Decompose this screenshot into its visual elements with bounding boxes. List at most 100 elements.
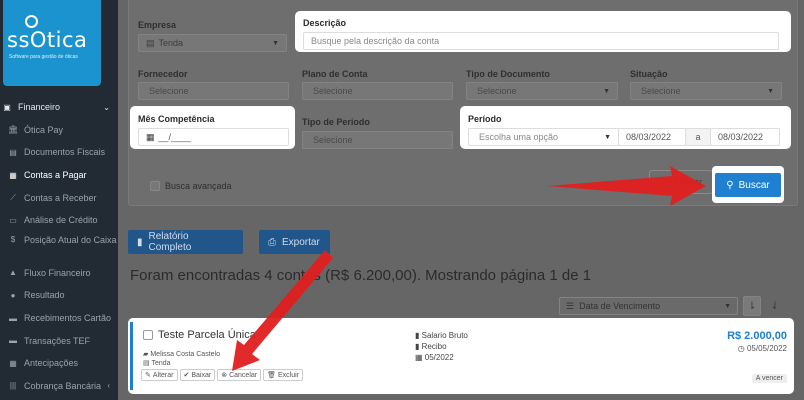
- mes-competencia-highlight: Mês Competência ▦ __/____: [130, 106, 295, 149]
- pie-chart-icon: ●: [10, 290, 16, 300]
- account-company: ▤ Tenda: [143, 359, 171, 367]
- clear-filters-button[interactable]: ⌫ Limpar: [649, 170, 713, 194]
- settle-button[interactable]: ✔ Baixar: [179, 369, 216, 381]
- sidebar-section-financeiro[interactable]: ▣ Financeiro ⌄: [0, 96, 118, 119]
- sidebar-item-contas-a-pagar[interactable]: ▦ Contas a Pagar: [0, 164, 118, 187]
- export-button[interactable]: ⎙ Exportar: [259, 230, 330, 254]
- sidebar-item-posicao-caixa[interactable]: $ Posição Atual do Caixa: [0, 232, 118, 262]
- caret-down-icon: ▼: [603, 87, 610, 95]
- sidebar-item-label: Resultado: [24, 290, 65, 301]
- tipo-periodo-select[interactable]: Selecione: [302, 131, 453, 149]
- barcode-icon: |||: [9, 381, 17, 391]
- sidebar-item-fluxo-financeiro[interactable]: ▲ Fluxo Financeiro: [0, 262, 118, 285]
- account-checkbox[interactable]: [143, 330, 153, 340]
- fornecedor-value: Selecione: [149, 86, 189, 96]
- sidebar-item-antecipacoes[interactable]: ▦ Antecipações: [0, 352, 118, 375]
- account-title-row: Teste Parcela Única: [143, 329, 256, 341]
- sort-descending-button[interactable]: ⇃: [766, 296, 784, 316]
- file-icon: ▮: [137, 236, 143, 248]
- line-chart-icon: ⟋: [10, 192, 16, 202]
- delete-button[interactable]: 🗑 Excluir: [263, 369, 304, 381]
- brand-tagline: Software para gestão de óticas: [9, 54, 78, 60]
- brand-name: ssOtica: [7, 28, 88, 52]
- account-company-name: Tenda: [151, 360, 171, 367]
- busca-avancada-label: Busca avançada: [165, 181, 232, 191]
- clear-filters-label: Limpar: [674, 177, 703, 187]
- plano-conta-select[interactable]: Selecione: [302, 82, 453, 100]
- sidebar-item-contas-a-receber[interactable]: ⟋ Contas a Receber: [0, 186, 118, 209]
- account-person: ▰ Melissa Costa Castelo: [143, 350, 220, 358]
- periodo-option-select[interactable]: Escolha uma opção ▼: [468, 128, 619, 146]
- credit-card-icon: ▬: [9, 313, 17, 323]
- report-button[interactable]: ▮ Relatório Completo: [128, 230, 243, 254]
- search-button-label: Buscar: [738, 179, 770, 191]
- cancel-button[interactable]: ⊗ Cancelar: [217, 369, 262, 381]
- sidebar-item-label: Contas a Receber: [24, 192, 97, 203]
- account-doctype: Recibo: [421, 342, 447, 351]
- document-icon: ▤: [9, 147, 17, 157]
- money-icon: ▣: [3, 102, 11, 112]
- calendar-icon: ▦: [415, 353, 425, 362]
- mes-competencia-value: __/____: [158, 132, 192, 142]
- settle-button-label: Baixar: [191, 371, 212, 379]
- account-person-name: Melissa Costa Castelo: [150, 351, 220, 358]
- busca-avancada-checkbox[interactable]: [150, 181, 160, 191]
- descricao-input[interactable]: Busque pela descrição da conta: [303, 32, 779, 50]
- brand-logo[interactable]: ssOtica Software para gestão de óticas: [3, 0, 101, 86]
- sidebar: ssOtica Software para gestão de óticas ▣…: [0, 0, 118, 400]
- sidebar-item-label: Fluxo Financeiro: [24, 267, 91, 278]
- sort-select[interactable]: ☰ Data de Vencimento ▼: [559, 297, 738, 315]
- mes-competencia-input[interactable]: ▦ __/____: [138, 128, 289, 146]
- check-icon: ✔: [183, 372, 190, 379]
- sort-ascending-icon: ⇂: [747, 300, 757, 312]
- periodo-separator-text: a: [695, 132, 701, 142]
- sidebar-item-cobranca-bancaria[interactable]: ||| Cobrança Bancária ‹: [0, 375, 118, 398]
- periodo-label: Período: [468, 114, 502, 124]
- account-title: Teste Parcela Única: [158, 329, 256, 341]
- edit-button-label: Alterar: [152, 371, 174, 379]
- sidebar-item-analise-de-credito[interactable]: ▭ Análise de Crédito: [0, 209, 118, 232]
- sidebar-item-resultado[interactable]: ● Resultado: [0, 284, 118, 307]
- tipo-documento-select[interactable]: Selecione ▼: [466, 82, 618, 100]
- logo-circle-mark: [25, 15, 38, 28]
- calendar-icon: ▦: [9, 358, 17, 368]
- sidebar-item-transacoes-tef[interactable]: ▬ Transações TEF: [0, 329, 118, 352]
- chevron-left-icon: ‹: [107, 381, 110, 391]
- periodo-end-value: 08/03/2022: [718, 132, 764, 142]
- fornecedor-select[interactable]: Selecione: [138, 82, 289, 100]
- account-category: Salario Bruto: [421, 331, 468, 340]
- sidebar-item-label: Ótica Pay: [24, 124, 64, 135]
- situacao-select[interactable]: Selecione ▼: [630, 82, 782, 100]
- edit-button[interactable]: ✎ Alterar: [141, 369, 178, 381]
- area-chart-icon: ▲: [9, 268, 17, 278]
- sidebar-item-recebimentos-cartao[interactable]: ▬ Recebimentos Cartão: [0, 307, 118, 330]
- sidebar-item-otica-pay[interactable]: 🏛 Ótica Pay: [0, 119, 118, 142]
- search-icon: ⚲: [726, 179, 734, 191]
- credit-card-icon: ▬: [9, 336, 17, 346]
- plano-conta-value: Selecione: [313, 86, 353, 96]
- sidebar-item-label: Análise de Crédito: [24, 215, 98, 226]
- tipo-periodo-label: Tipo de Período: [302, 117, 370, 127]
- filter-panel: Empresa ▤ Tenda ▼ Descrição Busque pela …: [128, 0, 798, 206]
- list-icon: ☰: [566, 300, 575, 311]
- chevron-down-icon: ⌄: [103, 102, 110, 112]
- descricao-placeholder: Busque pela descrição da conta: [311, 36, 440, 46]
- periodo-option-value: Escolha uma opção: [479, 132, 559, 142]
- periodo-start-value: 08/03/2022: [626, 132, 672, 142]
- tipo-documento-label: Tipo de Documento: [466, 69, 550, 79]
- periodo-end-input[interactable]: 08/03/2022: [710, 128, 780, 146]
- building-icon: ▤: [146, 37, 155, 48]
- account-actions: ✎ Alterar ✔ Baixar ⊗ Cancelar 🗑 Excluir: [141, 369, 304, 381]
- search-button[interactable]: ⚲ Buscar: [715, 173, 781, 197]
- sort-ascending-button[interactable]: ⇂: [743, 296, 761, 316]
- report-button-label: Relatório Completo: [148, 231, 192, 253]
- calculator-icon: ▦: [9, 170, 17, 180]
- account-doctype-row: ▮ Recibo: [415, 341, 468, 352]
- periodo-start-input[interactable]: 08/03/2022: [618, 128, 686, 146]
- sort-descending-icon: ⇃: [770, 300, 780, 312]
- account-card-body: Teste Parcela Única ▰ Melissa Costa Cast…: [130, 322, 791, 390]
- eraser-icon: ⌫: [658, 176, 671, 187]
- empresa-select[interactable]: ▤ Tenda ▼: [138, 34, 287, 52]
- sidebar-item-documentos-fiscais[interactable]: ▤ Documentos Fiscais: [0, 141, 118, 164]
- delete-button-label: Excluir: [278, 371, 300, 379]
